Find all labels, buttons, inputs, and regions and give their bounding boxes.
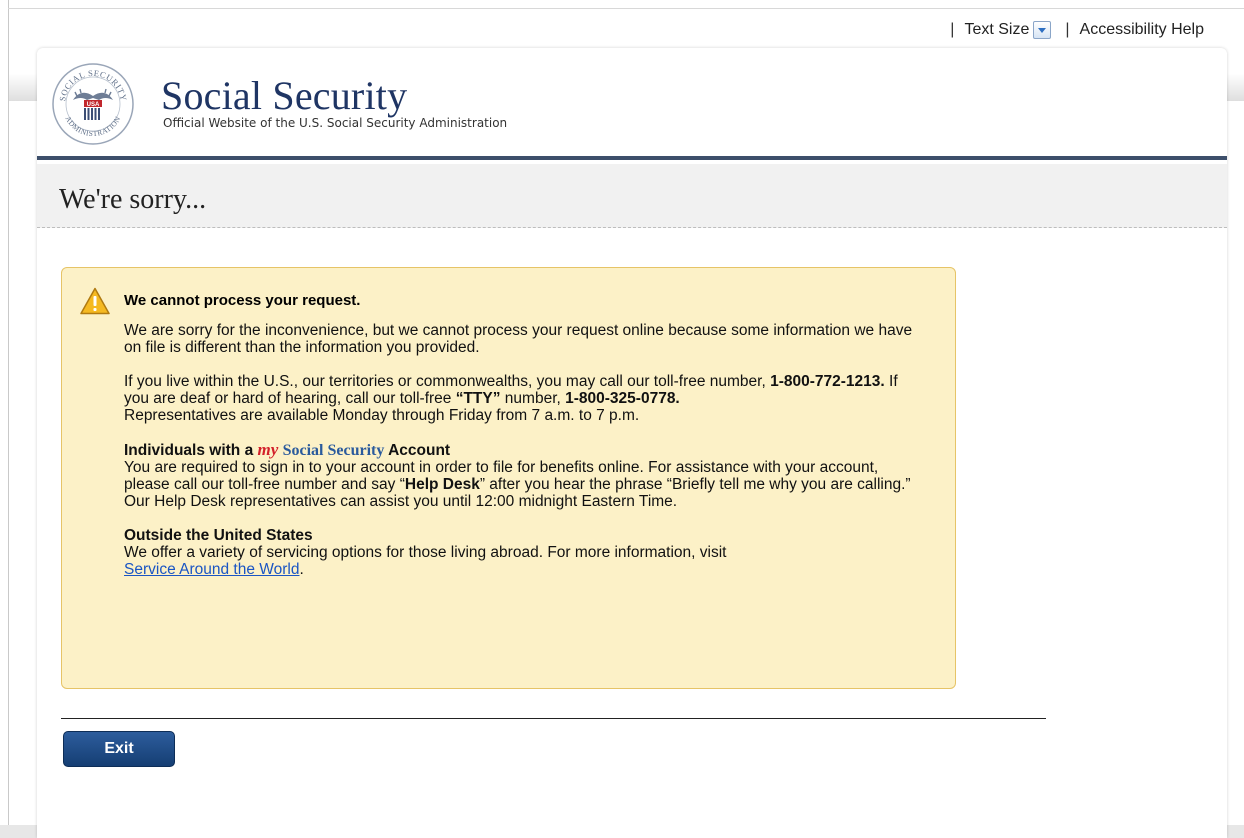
utility-separator: | — [1065, 21, 1070, 38]
text-run: . — [299, 561, 304, 578]
tty-label: “TTY” — [455, 390, 501, 407]
phone-number: 1-800-772-1213. — [770, 373, 885, 390]
exit-button[interactable]: Exit — [63, 731, 175, 767]
error-alert: We cannot process your request. We are s… — [61, 267, 956, 689]
accessibility-help-link[interactable]: Accessibility Help — [1080, 21, 1204, 39]
seal-center-text: USA — [87, 102, 100, 108]
left-border — [8, 0, 9, 825]
divider — [61, 718, 1046, 719]
page-title: We're sorry... — [59, 184, 207, 215]
text-run: If you live within the U.S., our territo… — [124, 373, 771, 390]
utility-separator: | — [950, 21, 955, 38]
site-subtitle: Official Website of the U.S. Social Secu… — [163, 116, 508, 130]
alert-body: We are sorry for the inconvenience, but … — [124, 322, 924, 595]
site-header: SOCIAL SECURITY ADMINISTRATION USA Socia… — [37, 48, 1227, 160]
utility-bar: | Text Size | Accessibility Help — [936, 19, 1204, 41]
warning-icon — [80, 287, 110, 315]
text-run: Individuals with a — [124, 442, 258, 459]
text-run: Representatives are available Monday thr… — [124, 407, 640, 424]
chevron-down-icon[interactable] — [1033, 21, 1052, 39]
top-border — [8, 8, 1244, 9]
alert-paragraph: Individuals with a my Social Security Ac… — [124, 441, 924, 510]
section-heading: Outside the United States — [124, 527, 313, 544]
text-run: We offer a variety of servicing options … — [124, 544, 727, 561]
help-desk-label: Help Desk — [404, 476, 480, 493]
my-word: my — [257, 440, 279, 459]
service-around-the-world-link[interactable]: Service Around the World — [124, 561, 299, 578]
ssa-seal-icon[interactable]: SOCIAL SECURITY ADMINISTRATION USA — [51, 62, 135, 146]
text-run: Account — [384, 442, 451, 459]
tty-phone-number: 1-800-325-0778. — [565, 390, 680, 407]
text-run: number, — [500, 390, 566, 407]
alert-heading: We cannot process your request. — [124, 292, 361, 309]
section-heading: Individuals with a my Social Security Ac… — [124, 440, 451, 459]
social-security-word: Social Security — [282, 442, 385, 459]
page-title-band: We're sorry... — [37, 164, 1227, 228]
alert-paragraph: We are sorry for the inconvenience, but … — [124, 322, 913, 356]
main-card: SOCIAL SECURITY ADMINISTRATION USA Socia… — [37, 48, 1227, 838]
alert-paragraph: If you live within the U.S., our territo… — [124, 373, 924, 424]
alert-paragraph: Outside the United States We offer a vari… — [124, 527, 924, 578]
text-size-link[interactable]: Text Size — [964, 21, 1029, 39]
site-title[interactable]: Social Security — [161, 72, 407, 119]
